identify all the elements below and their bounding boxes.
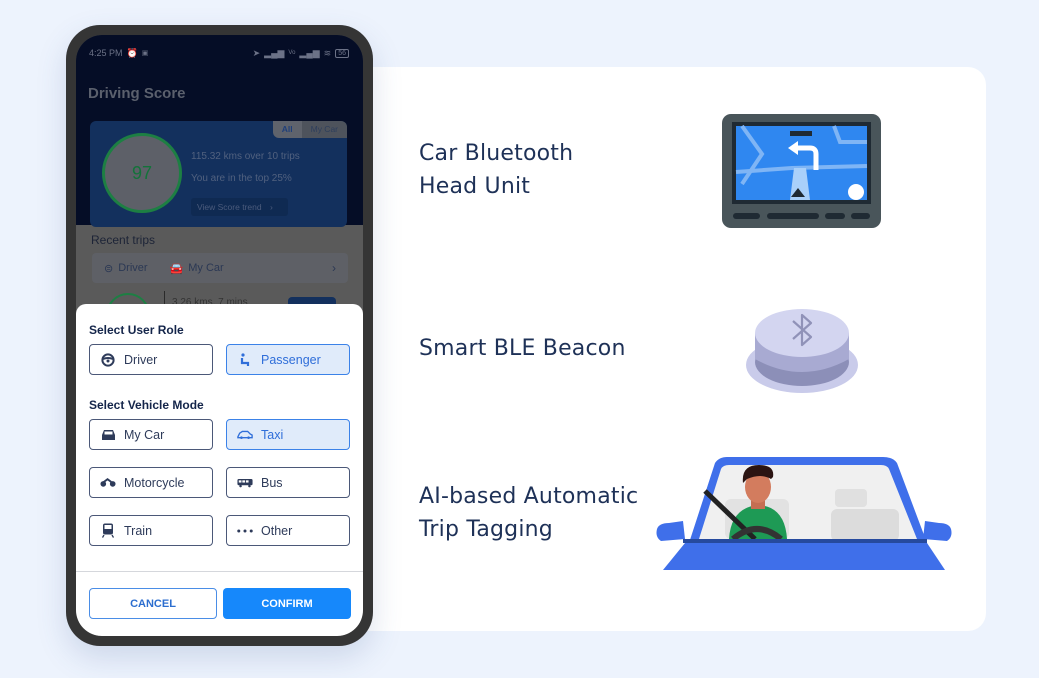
vowifi-icon: Vo (288, 50, 296, 56)
feature-title-head-unit: Car Bluetooth Head Unit (419, 137, 573, 203)
car-icon (100, 429, 116, 441)
role-filter: ⊜ Driver (104, 262, 148, 275)
cancel-button[interactable]: CANCEL (89, 588, 217, 619)
role-mode-sheet: Select User Role Driver Passenger Select… (76, 304, 363, 636)
feature-title-line: Head Unit (419, 174, 531, 199)
train-icon (100, 523, 116, 538)
score-tabs: All My Car (272, 121, 347, 138)
ble-beacon-illustration (746, 309, 858, 393)
role-filter-label: Driver (118, 262, 148, 274)
driver-in-car-illustration (656, 457, 952, 570)
feature-title-ble-beacon: Smart BLE Beacon (419, 332, 626, 365)
trend-label: View Score trend (197, 202, 262, 212)
score-gauge: 97 (102, 133, 182, 213)
user-role-label: Select User Role (89, 323, 184, 337)
status-time: 4:25 PM (89, 48, 123, 58)
score-card: All My Car 97 115.32 kms over 10 trips Y… (90, 121, 347, 227)
option-label: Train (124, 523, 153, 538)
vehicle-option-my-car[interactable]: My Car (89, 419, 213, 450)
location-icon: ➤ (252, 47, 261, 58)
recent-trips-filter[interactable]: ⊜ Driver 🚘 My Car › (92, 253, 348, 283)
feature-title-line: Car Bluetooth (419, 141, 574, 166)
car-icon: 🚘 (169, 262, 184, 275)
rank-text: You are in the top 25% (191, 173, 292, 184)
feature-title-trip-tagging: AI-based Automatic Trip Tagging (419, 480, 638, 546)
option-label: Other (261, 523, 293, 538)
vehicle-option-other[interactable]: Other (226, 515, 350, 546)
wifi-icon: ≋ (323, 47, 332, 58)
vehicle-mode-label: Select Vehicle Mode (89, 398, 204, 412)
alarm-icon: ⏰ (126, 47, 138, 58)
feature-title-line: AI-based Automatic (419, 484, 639, 509)
vehicle-filter: 🚘 My Car (170, 262, 224, 275)
vehicle-option-train[interactable]: Train (89, 515, 213, 546)
option-label: Taxi (261, 427, 284, 442)
steering-wheel-icon (100, 352, 116, 367)
vehicle-option-motorcycle[interactable]: Motorcycle (89, 467, 213, 498)
notification-icon: ▣ (141, 50, 149, 57)
taxi-icon (237, 430, 253, 440)
option-label: Passenger (261, 352, 321, 367)
vehicle-option-bus[interactable]: Bus (226, 467, 350, 498)
option-label: Driver (124, 352, 158, 367)
option-label: Motorcycle (124, 475, 185, 490)
battery-icon: 56 (335, 48, 349, 58)
passenger-seat-icon (237, 352, 253, 367)
role-option-passenger[interactable]: Passenger (226, 344, 350, 375)
status-bar: 4:25 PM ⏰ ▣ ➤ ▂▄▆ Vo ▂▄▆ ≋ 56 (89, 46, 349, 60)
sheet-divider (76, 571, 363, 572)
more-dots-icon (237, 528, 253, 533)
tab-my-car[interactable]: My Car (301, 121, 347, 138)
recent-trips-title: Recent trips (91, 233, 156, 247)
option-label: Bus (261, 475, 283, 490)
signal-icon-2: ▂▄▆ (299, 47, 320, 58)
motorcycle-icon (100, 477, 116, 488)
confirm-button[interactable]: CONFIRM (223, 588, 351, 619)
vehicle-filter-label: My Car (188, 262, 224, 274)
car-head-unit-illustration (722, 114, 881, 228)
distance-text: 115.32 kms over 10 trips (191, 151, 300, 162)
phone-mockup: 4:25 PM ⏰ ▣ ➤ ▂▄▆ Vo ▂▄▆ ≋ 56 Driving Sc… (66, 25, 373, 646)
chevron-right-icon[interactable]: › (332, 261, 336, 275)
phone-screen: 4:25 PM ⏰ ▣ ➤ ▂▄▆ Vo ▂▄▆ ≋ 56 Driving Sc… (76, 35, 363, 636)
role-option-driver[interactable]: Driver (89, 344, 213, 375)
app-title: Driving Score (88, 85, 186, 102)
score-value: 97 (131, 162, 153, 183)
tab-all[interactable]: All (272, 121, 302, 138)
option-label: My Car (124, 427, 165, 442)
signal-icon: ▂▄▆ (264, 47, 285, 58)
feature-title-line: Trip Tagging (419, 517, 553, 542)
chevron-right-icon: › (269, 202, 273, 212)
steering-wheel-icon: ⊜ (104, 262, 114, 275)
view-score-trend-button[interactable]: View Score trend › (191, 198, 288, 216)
bus-icon (237, 478, 253, 488)
vehicle-option-taxi[interactable]: Taxi (226, 419, 350, 450)
feature-title-line: Smart BLE Beacon (419, 336, 626, 361)
